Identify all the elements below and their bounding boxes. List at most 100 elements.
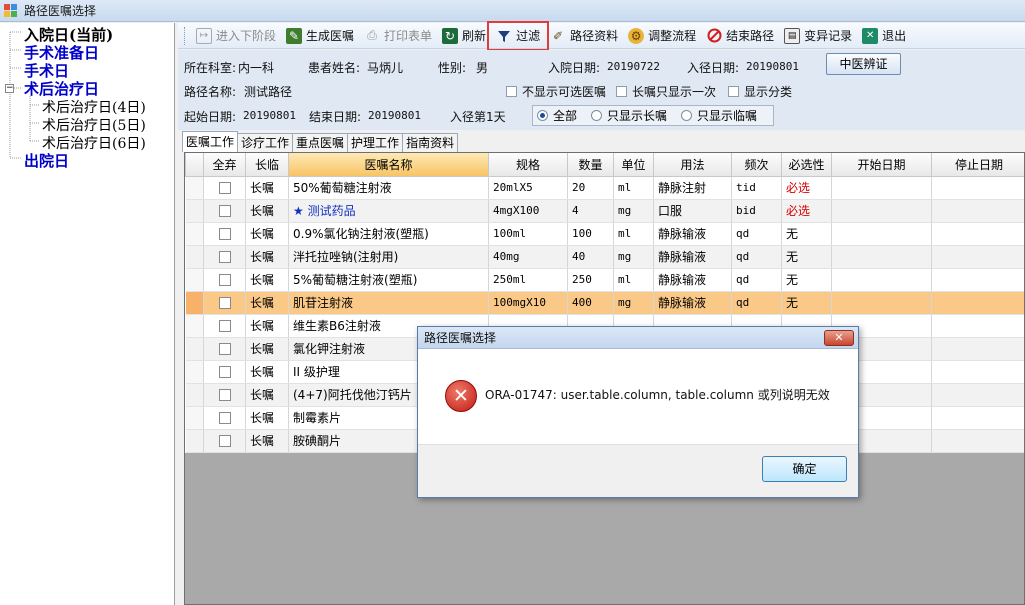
discard-checkbox[interactable] [218, 228, 231, 240]
tab-order-work[interactable]: 医嘱工作 [182, 131, 239, 152]
cell-frequency[interactable]: qd [731, 268, 782, 292]
cell-order-name[interactable]: 50%葡萄糖注射液 [288, 176, 489, 200]
cell-unit[interactable]: ml [613, 176, 654, 200]
checkbox-box[interactable] [616, 86, 627, 97]
tab-key-orders[interactable]: 重点医嘱 [292, 133, 349, 152]
cell-stop-date[interactable] [931, 337, 1024, 361]
tree-node-postop-treatment-day[interactable]: 术后治疗日 [24, 78, 99, 99]
col-header-spec[interactable]: 规格 [488, 153, 568, 177]
cell-frequency[interactable]: qd [731, 245, 782, 269]
cell-usage[interactable]: 口服 [653, 199, 732, 223]
discard-checkbox[interactable] [218, 182, 231, 194]
cell-required[interactable]: 无 [781, 222, 832, 246]
discard-checkbox-cell[interactable] [203, 360, 246, 384]
tab-diagnosis-work[interactable]: 诊疗工作 [237, 133, 294, 152]
cell-unit[interactable]: ml [613, 268, 654, 292]
cell-required[interactable]: 必选 [781, 199, 832, 223]
row-header[interactable] [185, 429, 204, 453]
cell-quantity[interactable]: 20 [567, 176, 614, 200]
cell-long-temp[interactable]: 长嘱 [245, 383, 289, 407]
cell-unit[interactable]: mg [613, 199, 654, 223]
cell-start-date[interactable] [831, 222, 932, 246]
cell-long-temp[interactable]: 长嘱 [245, 291, 289, 315]
radio-dot[interactable] [537, 110, 548, 121]
radio-long-only[interactable]: 只显示长嘱 [591, 107, 667, 124]
radio-dot[interactable] [591, 110, 603, 121]
row-header[interactable] [185, 199, 204, 223]
dialog-close-button[interactable]: ✕ [824, 330, 854, 346]
cell-start-date[interactable] [831, 176, 932, 200]
col-header-order-name[interactable]: 医嘱名称 [288, 153, 489, 177]
cell-start-date[interactable] [831, 245, 932, 269]
long-order-once-checkbox[interactable]: 长嘱只显示一次 [616, 83, 716, 100]
cell-usage[interactable]: 静脉输液 [653, 222, 732, 246]
cell-stop-date[interactable] [931, 383, 1024, 407]
cell-order-name[interactable]: 泮托拉唑钠(注射用) [288, 245, 489, 269]
exit-button[interactable]: ✕ 退出 [857, 25, 911, 47]
cell-long-temp[interactable]: 长嘱 [245, 222, 289, 246]
discard-checkbox[interactable] [218, 274, 231, 286]
cell-required[interactable]: 无 [781, 245, 832, 269]
cell-frequency[interactable]: bid [731, 199, 782, 223]
col-header-start-date[interactable]: 开始日期 [831, 153, 932, 177]
cell-start-date[interactable] [831, 268, 932, 292]
row-header[interactable] [185, 268, 204, 292]
discard-checkbox-cell[interactable] [203, 429, 246, 453]
discard-checkbox[interactable] [218, 320, 231, 332]
cell-quantity[interactable]: 250 [567, 268, 614, 292]
checkbox-box[interactable] [506, 86, 517, 97]
filter-button[interactable]: 过滤 [487, 20, 550, 51]
cell-frequency[interactable]: tid [731, 176, 782, 200]
discard-checkbox-cell[interactable] [203, 314, 246, 338]
cell-stop-date[interactable] [931, 360, 1024, 384]
cell-long-temp[interactable]: 长嘱 [245, 199, 289, 223]
path-info-button[interactable]: ✐ 路径资料 [545, 25, 623, 47]
col-header-usage[interactable]: 用法 [653, 153, 732, 177]
toolbar-grip[interactable] [184, 26, 187, 45]
cell-spec[interactable]: 20mlX5 [488, 176, 568, 200]
cell-long-temp[interactable]: 长嘱 [245, 406, 289, 430]
cell-unit[interactable]: mg [613, 245, 654, 269]
discard-checkbox-cell[interactable] [203, 245, 246, 269]
cell-start-date[interactable] [831, 291, 932, 315]
tab-guide-info[interactable]: 指南资料 [402, 133, 459, 152]
cell-order-name[interactable]: 0.9%氯化钠注射液(塑瓶) [288, 222, 489, 246]
cell-unit[interactable]: mg [613, 291, 654, 315]
cell-quantity[interactable]: 40 [567, 245, 614, 269]
discard-checkbox[interactable] [218, 343, 231, 355]
variation-record-button[interactable]: ▤ 变异记录 [779, 25, 857, 47]
col-header-stop-date[interactable]: 停止日期 [931, 153, 1024, 177]
table-row[interactable]: 长嘱 泮托拉唑钠(注射用) 40mg 40 mg 静脉输液 qd 无 [185, 245, 1024, 269]
end-path-button[interactable]: 结束路径 [701, 25, 779, 47]
print-form-button[interactable]: ⎙ 打印表单 [359, 25, 437, 47]
tcm-diagnosis-button[interactable]: 中医辨证 [826, 53, 901, 75]
row-header[interactable] [185, 383, 204, 407]
table-row[interactable]: 长嘱 ★ 测试药品 4mgX100 4 mg 口服 bid 必选 [185, 199, 1024, 223]
cell-unit[interactable]: ml [613, 222, 654, 246]
discard-checkbox[interactable] [218, 251, 231, 263]
table-row[interactable]: 长嘱 5%葡萄糖注射液(塑瓶) 250ml 250 ml 静脉输液 qd 无 [185, 268, 1024, 292]
tree-node-postop-day-5[interactable]: 术后治疗日(5日) [42, 115, 146, 135]
cell-stop-date[interactable] [931, 176, 1024, 200]
discard-checkbox-cell[interactable] [203, 337, 246, 361]
cell-long-temp[interactable]: 长嘱 [245, 176, 289, 200]
cell-stop-date[interactable] [931, 268, 1024, 292]
cell-order-name[interactable]: 5%葡萄糖注射液(塑瓶) [288, 268, 489, 292]
row-header[interactable] [185, 245, 204, 269]
next-stage-button[interactable]: ↦ 进入下阶段 [191, 25, 281, 47]
row-header[interactable] [185, 314, 204, 338]
row-header[interactable] [185, 222, 204, 246]
cell-required[interactable]: 无 [781, 268, 832, 292]
discard-checkbox-cell[interactable] [203, 199, 246, 223]
cell-long-temp[interactable]: 长嘱 [245, 314, 289, 338]
cell-long-temp[interactable]: 长嘱 [245, 429, 289, 453]
cell-long-temp[interactable]: 长嘱 [245, 245, 289, 269]
tree-node-discharge-day[interactable]: 出院日 [24, 150, 69, 171]
table-row[interactable]: 长嘱 肌苷注射液 100mgX10 400 mg 静脉输液 qd 无 [185, 291, 1024, 315]
discard-checkbox-cell[interactable] [203, 406, 246, 430]
cell-order-name[interactable]: ★ 测试药品 [288, 199, 489, 223]
cell-quantity[interactable]: 4 [567, 199, 614, 223]
discard-checkbox-cell[interactable] [203, 291, 246, 315]
checkbox-box[interactable] [728, 86, 739, 97]
tree-node-postop-day-4[interactable]: 术后治疗日(4日) [42, 97, 146, 117]
